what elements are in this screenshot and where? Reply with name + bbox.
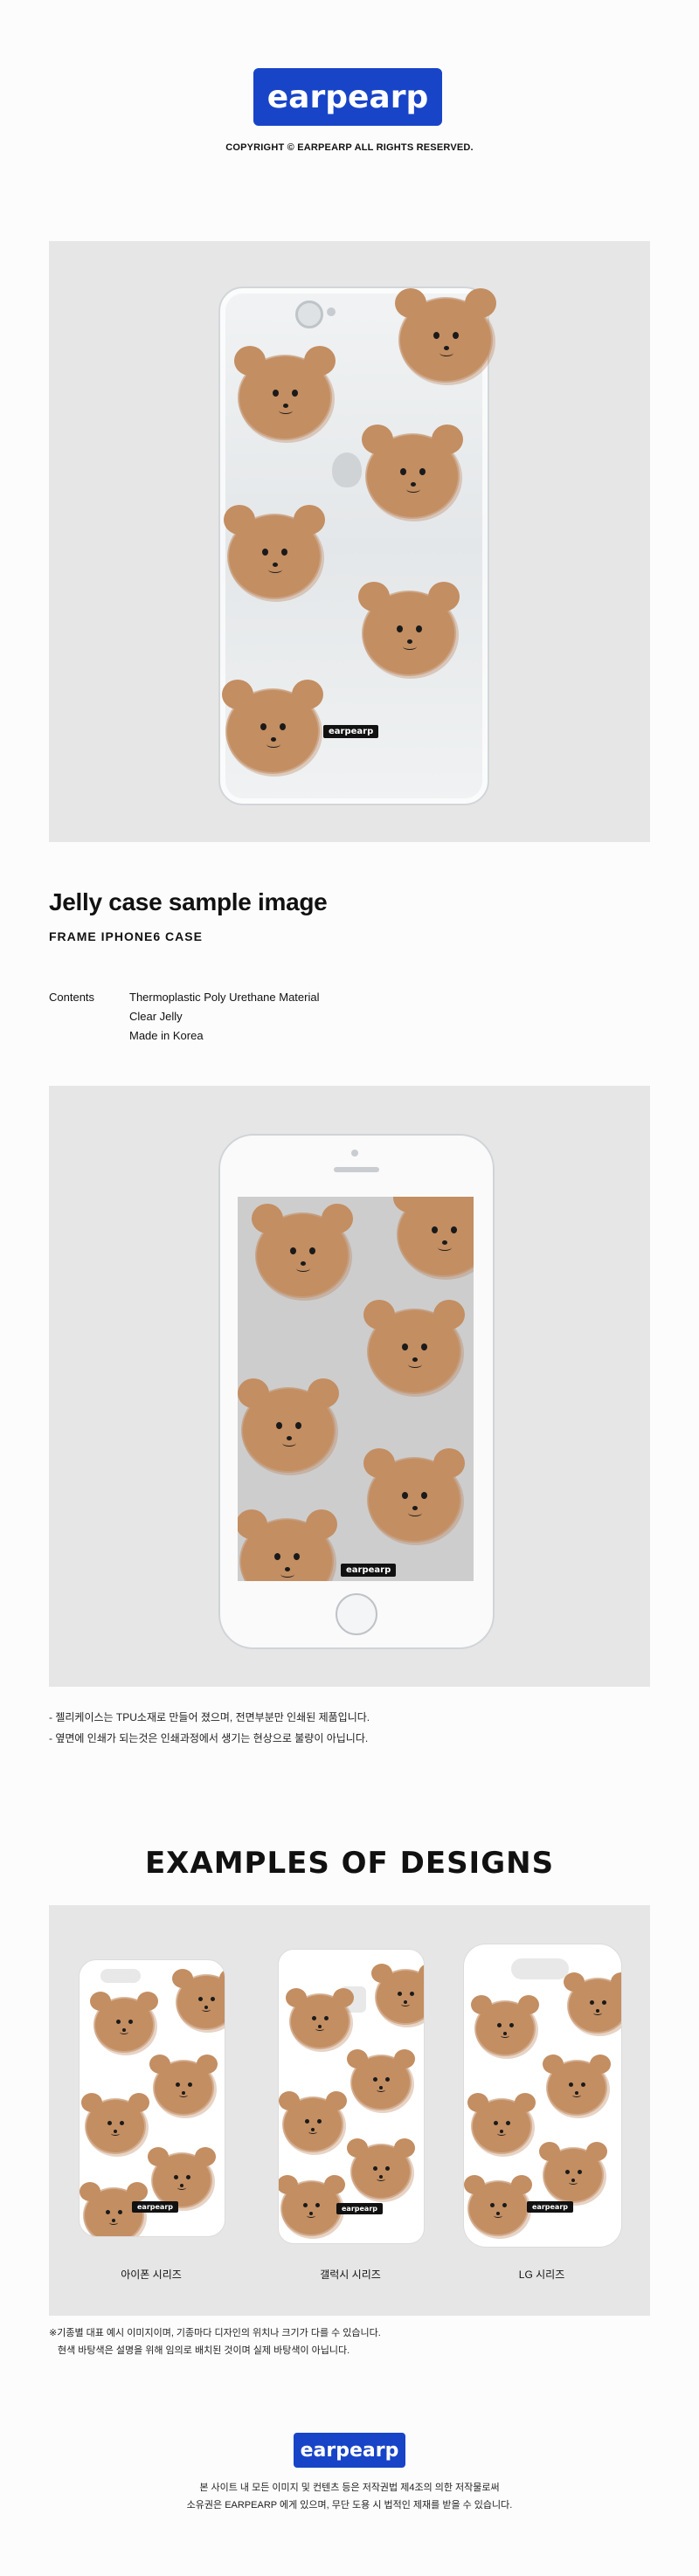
bear-illustration [371, 1964, 424, 2023]
example-caption: 갤럭시 시리즈 [320, 2269, 381, 2281]
bear-illustration [362, 425, 463, 517]
bear-illustration [393, 1197, 474, 1275]
examples-title: EXAMPLES OF DESIGNS [144, 1846, 555, 1881]
bear-illustration [363, 1300, 465, 1392]
bear-illustration [543, 2055, 611, 2114]
footer-logo[interactable]: earpearp [294, 2433, 405, 2468]
copyright-text: COPYRIGHT © EARPEARP ALL RIGHTS RESERVED… [225, 142, 474, 153]
bear-illustration [539, 2142, 607, 2201]
note-item: - 옆면에 인쇄가 되는것은 인쇄과정에서 생기는 현상으로 불량이 아닙니다. [49, 1732, 369, 1744]
bear-illustration [471, 1995, 539, 2055]
contents-item: Made in Korea [129, 1029, 204, 1042]
bear-illustration [148, 2147, 216, 2207]
case-logo: earpearp [341, 1564, 397, 1577]
home-button-icon [336, 1593, 377, 1635]
contents-label: Contents [49, 991, 95, 1004]
footer-line: 본 사이트 내 모든 이미지 및 컨텐츠 등은 저작권법 제4조의 의한 저작물… [199, 2483, 500, 2493]
note-item: - 젤리케이스는 TPU소재로 만들어 졌으며, 전면부분만 인쇄된 제품입니다… [49, 1711, 370, 1723]
bear-illustration [90, 1992, 158, 2051]
bear-illustration [564, 1972, 621, 2032]
preview-phone: earpearp [218, 1134, 495, 1649]
bear-illustration [286, 1988, 354, 2048]
bear-illustration [80, 2182, 148, 2236]
bear-illustration [238, 1509, 337, 1581]
bear-illustration [234, 346, 336, 439]
footer-logo-text: earpearp [300, 2439, 399, 2462]
preview-panel: earpearp [49, 1086, 650, 1687]
example-iphone-case: earpearp [79, 1959, 225, 2237]
bear-illustration [222, 680, 323, 772]
preview-screen: earpearp [238, 1197, 474, 1581]
contents-item: Thermoplastic Poly Urethane Material [129, 991, 320, 1004]
bear-illustration [279, 2175, 345, 2234]
contents-item: Clear Jelly [129, 1010, 183, 1023]
contents-list: Thermoplastic Poly Urethane Material Cle… [129, 988, 319, 1046]
bear-illustration [149, 2055, 218, 2114]
examples-panel: earpearp 아이폰 시리즈 earpearp 갤럭시 시리즈 earpea… [49, 1905, 650, 2316]
disclaimer-line: 현색 바탕색은 설명을 위해 임의로 배치된 것이며 실제 바탕색이 아닙니다. [58, 2345, 350, 2356]
example-galaxy-case: earpearp [278, 1949, 425, 2244]
bear-illustration [464, 2175, 532, 2234]
bear-illustration [224, 505, 325, 597]
bear-illustration [358, 582, 460, 674]
example-lg-case: earpearp [463, 1944, 622, 2248]
camera-icon [295, 300, 323, 328]
case-logo: earpearp [132, 2201, 178, 2213]
bear-illustration [347, 2049, 415, 2109]
footer-line: 소유권은 EARPEARP 에게 있으며, 무단 도용 시 법적인 제재를 받을… [186, 2500, 513, 2510]
footer-notice: 본 사이트 내 모든 이미지 및 컨텐츠 등은 저작권법 제4조의 의한 저작물… [0, 2479, 699, 2514]
example-caption: LG 시리즈 [518, 2269, 565, 2281]
example-caption: 아이폰 시리즈 [121, 2269, 182, 2281]
disclaimer-line: ※기종별 대표 예시 이미지이며, 기종마다 디자인의 위치나 크기가 다를 수… [49, 2328, 381, 2338]
brand-logo-text: earpearp [266, 79, 429, 115]
bear-illustration [279, 2091, 347, 2151]
product-subtitle: FRAME IPHONE6 CASE [49, 929, 203, 943]
apple-logo-icon [332, 452, 362, 487]
bear-illustration [238, 1378, 339, 1471]
case-logo: earpearp [336, 2203, 383, 2214]
bear-illustration [395, 288, 496, 381]
case-logo: earpearp [323, 725, 379, 738]
bear-illustration [467, 2093, 536, 2152]
case-logo: earpearp [527, 2201, 573, 2213]
camera-cutout-icon [511, 1958, 569, 1979]
bear-illustration [252, 1204, 353, 1296]
brand-logo[interactable]: earpearp [253, 68, 442, 126]
notes: - 젤리케이스는 TPU소재로 만들어 졌으며, 전면부분만 인쇄된 제품입니다… [49, 1707, 370, 1749]
speaker-icon [334, 1167, 379, 1172]
front-camera-icon [351, 1150, 358, 1157]
product-title: Jelly case sample image [49, 888, 328, 915]
examples-disclaimer: ※기종별 대표 예시 이미지이며, 기종마다 디자인의 위치나 크기가 다를 수… [49, 2324, 381, 2359]
hero-phone-case: earpearp [218, 287, 496, 805]
bear-illustration [363, 1448, 465, 1541]
bear-illustration [172, 1969, 225, 2028]
bear-illustration [81, 2093, 149, 2152]
bear-illustration [347, 2138, 415, 2198]
flash-icon [327, 307, 336, 316]
camera-cutout-icon [100, 1969, 141, 1983]
hero-panel: earpearp [49, 241, 650, 842]
